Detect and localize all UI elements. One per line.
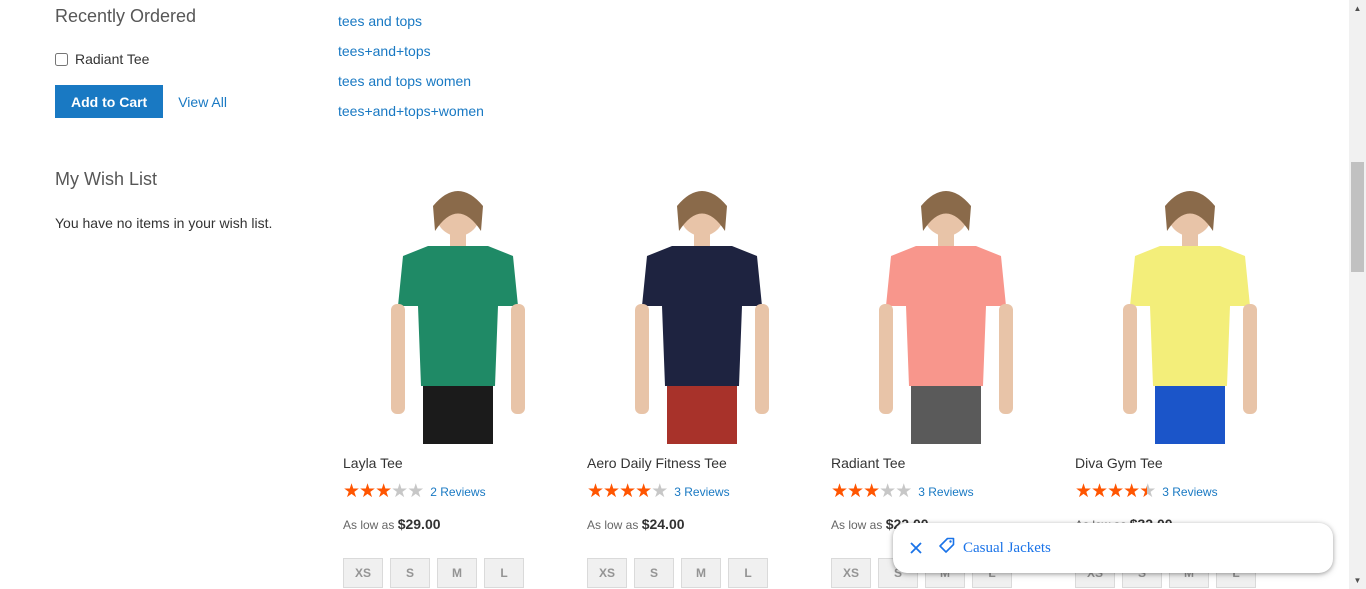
rating-star-icon: ★: [1123, 481, 1140, 502]
wishlist-empty-message: You have no items in your wish list.: [55, 215, 273, 231]
price-prefix: As low as: [831, 518, 883, 532]
recently-ordered-checkbox[interactable]: [55, 52, 68, 66]
tag-icon: [938, 537, 956, 560]
related-search-link[interactable]: tees and tops women: [338, 72, 484, 90]
rating-stars: ★ ★ ★ ★ ★: [1075, 481, 1156, 502]
size-swatch[interactable]: XS: [831, 558, 871, 588]
price-value: $24.00: [641, 516, 685, 532]
page-scrollbar[interactable]: ▲ ▼: [1349, 0, 1366, 589]
rating-star-icon: ★: [603, 481, 620, 502]
suggestion-chip-popup: Casual Jackets: [893, 523, 1333, 573]
rating-star-icon: ★: [619, 481, 636, 502]
product-card: Layla Tee ★ ★ ★ ★ ★ 2 Reviews As low as $29.00 X…: [343, 176, 573, 588]
rating-star-icon: ★: [1075, 481, 1092, 502]
product-card: Diva Gym Tee★★★★★3 ReviewsAs low as $32.…: [1075, 176, 1305, 588]
rating-star-icon: ★: [1107, 481, 1124, 502]
product-name-link[interactable]: Diva Gym Tee: [1075, 455, 1163, 471]
size-swatch[interactable]: S: [390, 558, 430, 588]
reviews-link[interactable]: 2 Reviews: [430, 485, 485, 499]
price-prefix: As low as: [587, 518, 639, 532]
size-options: XS S M L: [343, 558, 531, 588]
product-price: As low as $24.00: [587, 516, 685, 532]
rating-star-icon: ★: [651, 481, 668, 502]
rating-star-icon: ★: [1091, 481, 1108, 502]
product-card: Aero Daily Fitness Tee ★ ★ ★ ★ ★ 3 Reviews As l…: [587, 176, 817, 588]
related-search-link[interactable]: tees+and+tops+women: [338, 102, 484, 120]
product-name-link[interactable]: Radiant Tee: [831, 455, 905, 471]
size-swatch[interactable]: XS: [587, 558, 627, 588]
rating-star-icon: ★: [895, 481, 912, 502]
price-value: $29.00: [397, 516, 441, 532]
view-all-link[interactable]: View All: [178, 94, 227, 110]
recently-ordered-title: Recently Ordered: [55, 6, 197, 26]
product-rating: ★ ★ ★ ★ ★ 2 Reviews: [343, 482, 486, 501]
size-swatch[interactable]: S: [634, 558, 674, 588]
scroll-up-arrow-icon[interactable]: ▲: [1349, 0, 1366, 17]
rating-stars: ★ ★ ★ ★ ★: [587, 481, 668, 502]
wishlist-title: My Wish List: [55, 169, 158, 189]
product-rating: ★ ★ ★ ★ ★ 3 Reviews: [1075, 482, 1218, 501]
rating-star-icon: ★: [831, 481, 848, 502]
rating-star-icon: ★: [343, 481, 360, 502]
reviews-link[interactable]: 3 Reviews: [1162, 485, 1217, 499]
product-rating: ★ ★ ★ ★ ★ 3 Reviews: [587, 482, 730, 501]
recently-ordered-actions: Add to Cart View All: [55, 85, 227, 118]
rating-star-icon: ★: [359, 481, 376, 502]
price-prefix: As low as: [343, 518, 395, 532]
rating-star-icon: ★: [635, 481, 652, 502]
product-image[interactable]: [587, 176, 817, 444]
product-name-link[interactable]: Layla Tee: [343, 455, 403, 471]
close-icon[interactable]: [906, 538, 926, 558]
recently-ordered-item[interactable]: Radiant Tee: [55, 51, 149, 67]
size-swatch[interactable]: M: [681, 558, 721, 588]
product-name-link[interactable]: Aero Daily Fitness Tee: [587, 455, 727, 471]
product-image[interactable]: [343, 176, 573, 444]
size-options: XS S M L: [587, 558, 775, 588]
product-image[interactable]: [831, 176, 1061, 444]
reviews-link[interactable]: 3 Reviews: [918, 485, 973, 499]
size-swatch[interactable]: L: [728, 558, 768, 588]
rating-star-icon: ★: [847, 481, 864, 502]
suggestion-chip-label: Casual Jackets: [963, 539, 1051, 556]
scrollbar-thumb[interactable]: [1351, 162, 1364, 272]
related-search-link[interactable]: tees+and+tops: [338, 42, 484, 60]
rating-star-icon: ★: [1139, 481, 1156, 502]
product-image[interactable]: [1075, 176, 1305, 444]
recently-ordered-item-label: Radiant Tee: [75, 51, 150, 67]
suggestion-chip[interactable]: Casual Jackets: [938, 537, 1051, 560]
size-swatch[interactable]: XS: [343, 558, 383, 588]
add-to-cart-button[interactable]: Add to Cart: [55, 85, 164, 118]
reviews-link[interactable]: 3 Reviews: [674, 485, 729, 499]
related-searches: tees and tops tees+and+tops tees and top…: [338, 12, 484, 132]
rating-stars: ★ ★ ★ ★ ★: [831, 481, 912, 502]
product-rating: ★ ★ ★ ★ ★ 3 Reviews: [831, 482, 974, 501]
product-price: As low as $29.00: [343, 516, 441, 532]
rating-star-icon: ★: [863, 481, 880, 502]
rating-stars: ★ ★ ★ ★ ★: [343, 481, 424, 502]
rating-star-icon: ★: [391, 481, 408, 502]
scroll-down-arrow-icon[interactable]: ▼: [1349, 572, 1366, 589]
rating-star-icon: ★: [879, 481, 896, 502]
rating-star-icon: ★: [407, 481, 424, 502]
related-search-link[interactable]: tees and tops: [338, 12, 484, 30]
rating-star-icon: ★: [587, 481, 604, 502]
size-swatch[interactable]: L: [484, 558, 524, 588]
rating-star-icon: ★: [375, 481, 392, 502]
product-card: Radiant Tee★★★★★3 ReviewsAs low as $22.0…: [831, 176, 1061, 588]
size-swatch[interactable]: M: [437, 558, 477, 588]
